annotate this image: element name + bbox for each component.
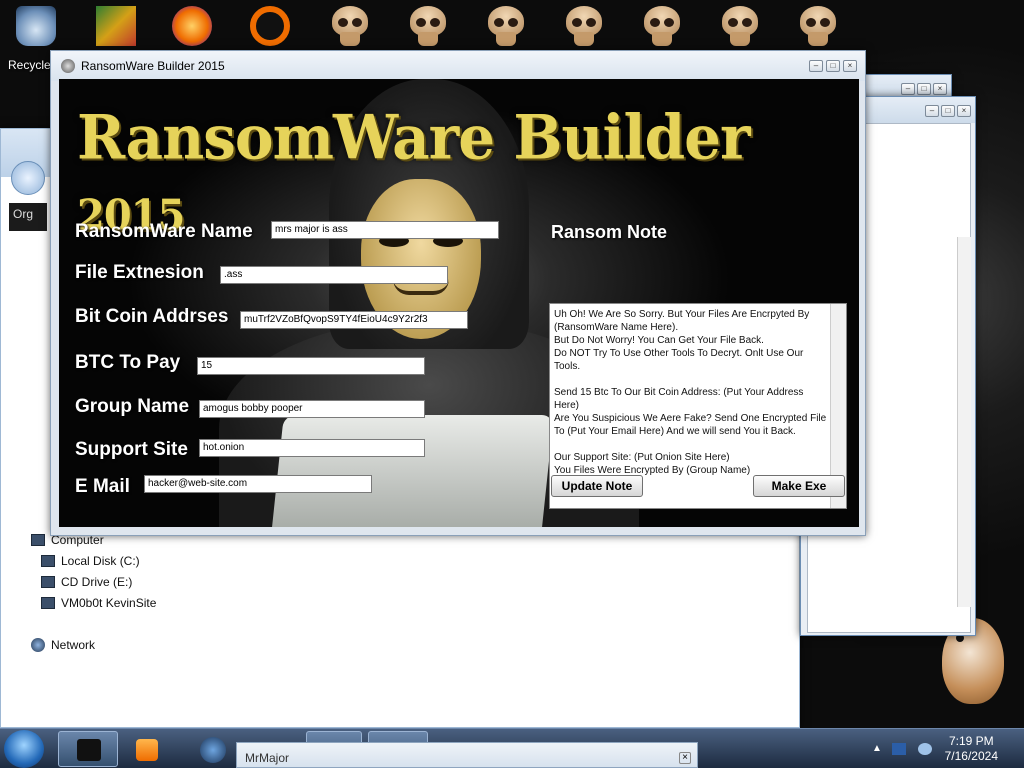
recycle-bin-icon[interactable]: [16, 6, 56, 46]
taskbar-app-globe[interactable]: [188, 731, 240, 767]
clock-date: 7/16/2024: [944, 749, 998, 763]
laptop-image: [270, 415, 554, 527]
maximize-button[interactable]: □: [917, 83, 931, 95]
minimize-button[interactable]: –: [925, 105, 939, 117]
skull-icon[interactable]: [330, 6, 370, 48]
btc-to-pay-input[interactable]: 15: [197, 357, 425, 375]
app-icon[interactable]: [250, 6, 290, 46]
skull-icon[interactable]: [408, 6, 448, 48]
scrollbar[interactable]: [957, 237, 971, 607]
explorer-icon: [77, 739, 101, 761]
skull-icon[interactable]: [564, 6, 604, 48]
btc-to-pay-label: BTC To Pay: [75, 352, 181, 373]
tree-item-label: Local Disk (C:): [61, 554, 140, 568]
tree-item-network-drive[interactable]: VM0b0t KevinSite: [41, 596, 156, 610]
app-icon: [61, 59, 75, 73]
close-button[interactable]: ×: [933, 83, 947, 95]
globe-icon: [200, 737, 226, 763]
app-body: RansomWare Builder 2015 RansomWare Name …: [59, 79, 859, 527]
cd-drive-icon: [41, 576, 55, 588]
tree-item-network[interactable]: Network: [31, 638, 95, 652]
clock-time: 7:19 PM: [948, 734, 994, 748]
ransom-note-text: Uh Oh! We Are So Sorry. But Your Files A…: [554, 309, 827, 476]
skull-icon[interactable]: [798, 6, 838, 48]
support-site-input[interactable]: hot.onion: [199, 439, 425, 457]
ransomware-builder-window: RansomWare Builder 2015 – □ × RansomWare…: [50, 50, 866, 536]
close-button[interactable]: ×: [843, 60, 857, 72]
start-button[interactable]: [4, 730, 44, 768]
tree-item-label: Network: [51, 638, 96, 652]
computer-icon: [31, 534, 45, 546]
taskbar-app-explorer[interactable]: [58, 731, 118, 767]
ransomware-name-label: RansomWare Name: [75, 221, 253, 242]
maximize-button[interactable]: □: [941, 105, 955, 117]
email-label: E Mail: [75, 476, 130, 497]
email-input[interactable]: hacker@web-site.com: [144, 475, 372, 493]
tree-item-label: CD Drive (E:): [61, 575, 133, 589]
back-button[interactable]: [11, 161, 45, 195]
organize-label: Org: [13, 207, 34, 221]
recycle-bin-label: Recycle: [8, 58, 51, 72]
skull-icon[interactable]: [642, 6, 682, 48]
folder-icon[interactable]: [96, 6, 136, 46]
organize-button[interactable]: Org: [9, 203, 47, 231]
group-name-label: Group Name: [75, 396, 190, 417]
up-arrow-icon[interactable]: ▲: [872, 743, 886, 755]
maximize-button[interactable]: □: [826, 60, 840, 72]
window-titlebar[interactable]: RansomWare Builder 2015: [51, 51, 865, 81]
close-icon[interactable]: ×: [679, 752, 691, 764]
file-extension-label: File Extnesion: [75, 262, 204, 283]
ransom-note-label: Ransom Note: [551, 222, 668, 242]
media-player-icon: [136, 739, 158, 761]
preview-title: MrMajor: [245, 751, 289, 765]
logo-text: RansomWare Builder: [77, 101, 751, 173]
minimize-button[interactable]: –: [901, 83, 915, 95]
taskbar-preview[interactable]: MrMajor ×: [236, 742, 698, 768]
bitcoin-address-input[interactable]: muTrf2VZoBfQvopS9TY4fEioU4c9Y2r2f3: [240, 311, 468, 329]
network-tray-icon[interactable]: [892, 743, 906, 755]
make-exe-button[interactable]: Make Exe: [753, 475, 845, 497]
ransomware-name-input[interactable]: mrs major is ass: [271, 221, 499, 239]
firefox-icon[interactable]: [172, 6, 212, 46]
window-title: RansomWare Builder 2015: [81, 59, 225, 73]
skull-icon[interactable]: [720, 6, 760, 48]
bitcoin-address-label: Bit Coin Addrses: [75, 306, 229, 327]
file-extension-input[interactable]: .ass: [220, 266, 448, 284]
update-note-button[interactable]: Update Note: [551, 475, 643, 497]
tree-item-label: VM0b0t KevinSite: [61, 596, 157, 610]
support-site-label: Support Site: [75, 439, 188, 460]
tree-item-cd-drive[interactable]: CD Drive (E:): [41, 575, 132, 589]
clock[interactable]: 7:19 PM 7/16/2024: [945, 734, 998, 764]
skull-icon[interactable]: [486, 6, 526, 48]
minimize-button[interactable]: –: [809, 60, 823, 72]
close-button[interactable]: ×: [957, 105, 971, 117]
volume-icon[interactable]: [918, 743, 932, 755]
network-drive-icon: [41, 597, 55, 609]
group-name-input[interactable]: amogus bobby pooper: [199, 400, 425, 418]
taskbar-app-media[interactable]: [124, 731, 176, 767]
desktop: Recycle Org Computer Local Disk (C:) CD …: [0, 0, 1024, 728]
network-icon: [31, 638, 45, 652]
tree-item-local-disk[interactable]: Local Disk (C:): [41, 554, 140, 568]
drive-icon: [41, 555, 55, 567]
